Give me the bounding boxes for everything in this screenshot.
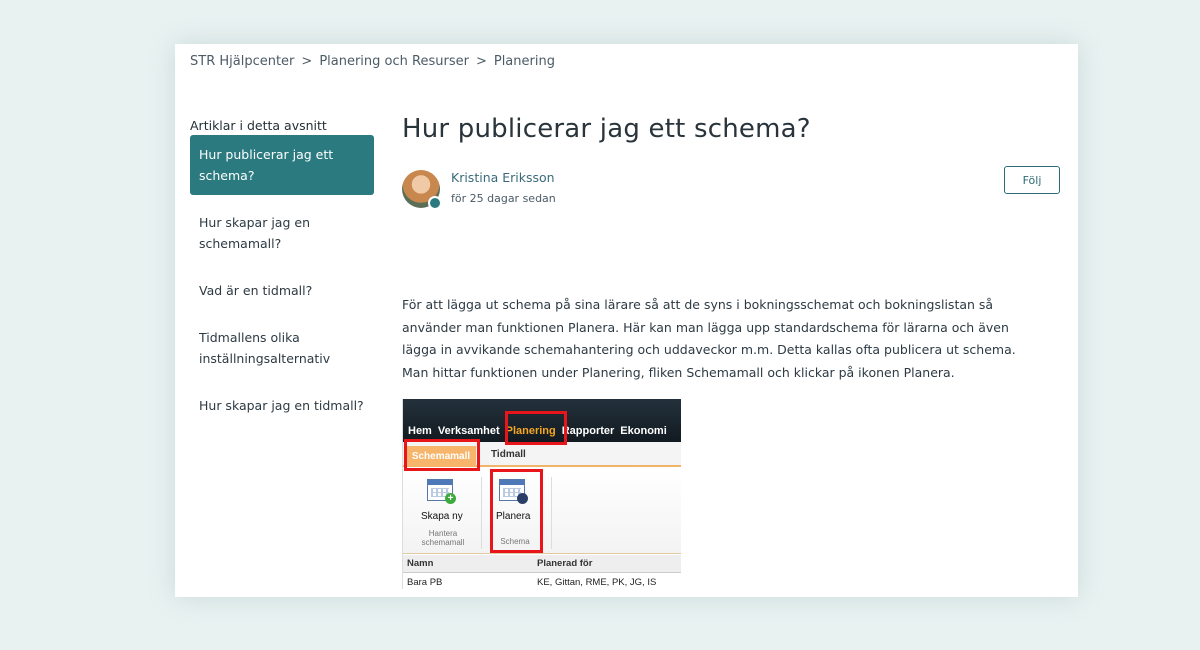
breadcrumb-category[interactable]: Planering och Resurser (319, 54, 469, 69)
screenshot-table-row: Bara PB KE, Gittan, RME, PK, JG, IS (403, 574, 681, 589)
breadcrumb-home[interactable]: STR Hjälpcenter (190, 54, 294, 69)
user-badge-icon (428, 196, 442, 210)
screenshot-menu-item: Ekonomi (620, 425, 667, 437)
article-body: För att lägga ut schema på sina lärare s… (402, 297, 1016, 380)
screenshot-table-header-cell: Planerad för (537, 558, 593, 569)
article-timestamp: för 25 dagar sedan (451, 192, 556, 205)
highlight-box-schemamall (404, 439, 480, 471)
breadcrumb-separator: > (301, 54, 313, 69)
embedded-screenshot: Hem Verksamhet Planering Rapporter Ekono… (402, 399, 681, 589)
breadcrumb: STR Hjälpcenter > Planering och Resurser… (190, 54, 555, 69)
sidebar-item-publish-schedule[interactable]: Hur publicerar jag ett schema? (190, 135, 374, 195)
screenshot-table-cell: KE, Gittan, RME, PK, JG, IS (537, 577, 657, 588)
highlight-box-planering (505, 411, 567, 445)
screenshot-table-cell: Bara PB (407, 577, 443, 588)
screenshot-ribbon-button-label: Skapa ny (421, 511, 463, 522)
breadcrumb-section[interactable]: Planering (494, 54, 555, 69)
sidebar-title: Artiklar i detta avsnitt (190, 118, 327, 133)
ribbon-separator (551, 477, 552, 549)
screenshot-table-header: Namn Planerad för (403, 555, 681, 573)
article-title: Hur publicerar jag ett schema? (402, 114, 811, 144)
sidebar-item-create-time-template[interactable]: Hur skapar jag en tidmall? (190, 386, 374, 425)
breadcrumb-separator: > (475, 54, 487, 69)
screenshot-ribbon-group-label: Hantera schemamall (421, 529, 465, 547)
screenshot-menu-item: Hem (408, 425, 432, 437)
plus-icon: + (445, 493, 456, 504)
screenshot-menu-item: Verksamhet (437, 425, 500, 437)
screenshot-menu-item: Rapporter (561, 425, 615, 437)
screenshot-tab: Tidmall (491, 449, 526, 460)
sidebar-item-create-schedule-template[interactable]: Hur skapar jag en schemamall? (190, 203, 374, 263)
author-name-link[interactable]: Kristina Eriksson (451, 170, 555, 185)
follow-button[interactable]: Följ (1004, 166, 1060, 194)
ribbon-separator (481, 477, 482, 549)
sidebar-item-time-template-settings[interactable]: Tidmallens olika inställningsalternativ (190, 318, 374, 378)
screenshot-table-header-cell: Namn (407, 558, 434, 569)
article-main: Hur publicerar jag ett schema? Kristina … (402, 114, 1062, 589)
author-avatar[interactable] (402, 170, 442, 210)
highlight-box-planera (490, 469, 543, 553)
sidebar-item-what-is-time-template[interactable]: Vad är en tidmall? (190, 271, 374, 310)
author-info: Kristina Eriksson för 25 dagar sedan Föl… (402, 166, 1062, 214)
article-card: STR Hjälpcenter > Planering och Resurser… (175, 44, 1078, 597)
section-articles-sidebar: Artiklar i detta avsnitt Hur publicerar … (190, 118, 374, 433)
